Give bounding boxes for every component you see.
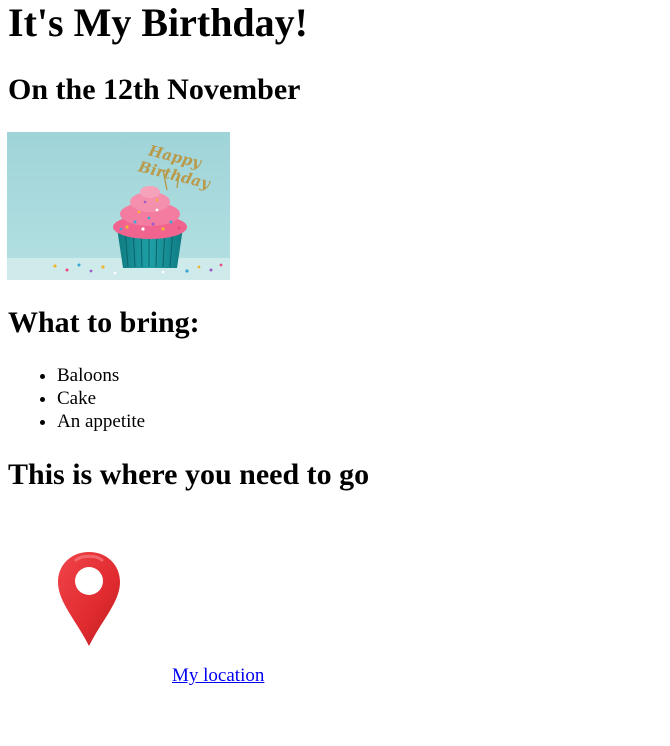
list-item: Cake xyxy=(57,387,145,410)
map-pin-icon xyxy=(56,550,122,648)
bring-list: Baloons Cake An appetite xyxy=(0,364,145,433)
my-location-link[interactable]: My location xyxy=(172,664,264,687)
page-title: It's My Birthday! xyxy=(8,0,308,45)
location-heading: This is where you need to go xyxy=(8,458,370,491)
list-item: Baloons xyxy=(57,364,145,387)
list-item: An appetite xyxy=(57,410,145,433)
bring-heading: What to bring: xyxy=(8,306,200,339)
cupcake-image: Happy Birthday xyxy=(7,132,230,280)
date-heading: On the 12th November xyxy=(8,73,301,106)
